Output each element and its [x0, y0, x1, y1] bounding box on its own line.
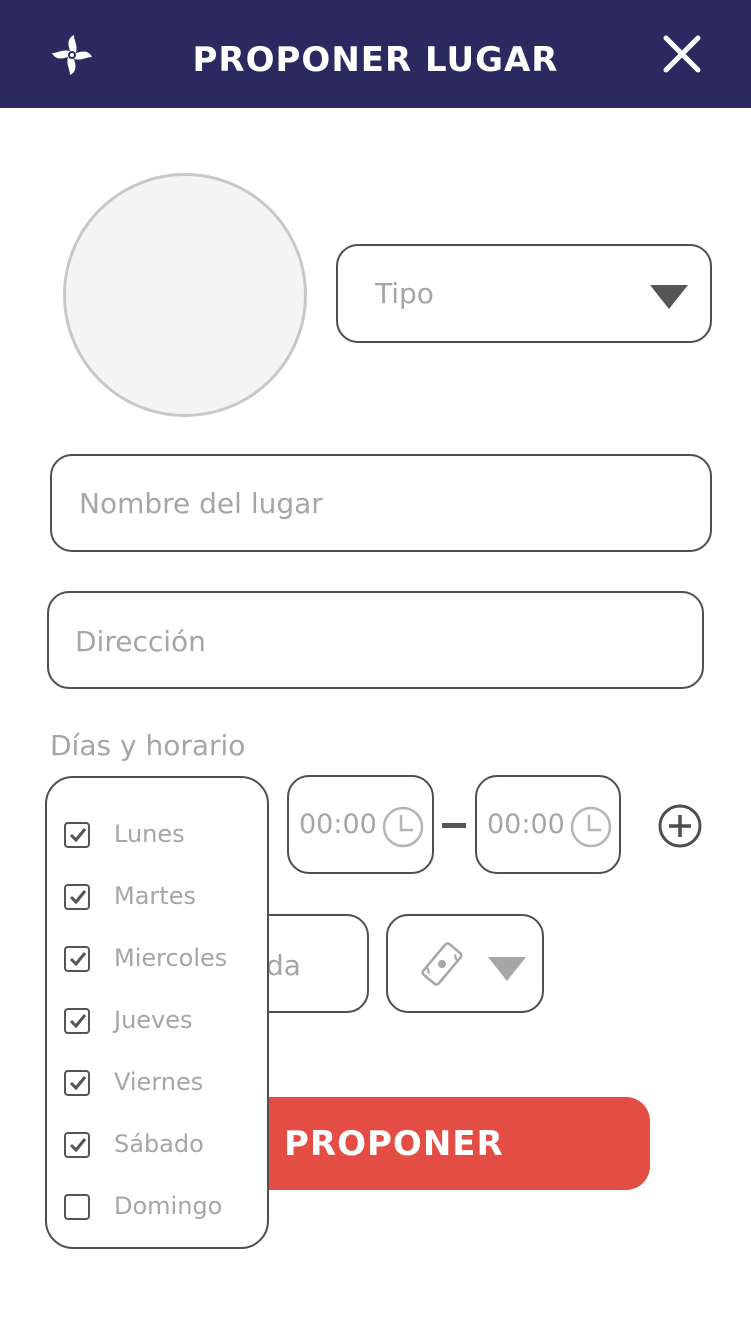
end-time-value: 00:00: [487, 809, 565, 840]
checkbox[interactable]: [64, 1194, 90, 1220]
moneda-select[interactable]: [386, 914, 544, 1013]
nombre-input[interactable]: Nombre del lugar: [50, 454, 712, 552]
day-option-miercoles[interactable]: Miercoles: [61, 939, 261, 979]
tipo-placeholder: Tipo: [375, 277, 434, 310]
photo-placeholder[interactable]: [63, 173, 307, 417]
end-time-input[interactable]: 00:00: [475, 775, 621, 874]
tipo-select[interactable]: Tipo: [336, 244, 712, 343]
day-option-sabado[interactable]: Sábado: [61, 1125, 261, 1165]
day-label: Lunes: [114, 820, 185, 848]
clock-icon: [382, 806, 424, 848]
day-label: Martes: [114, 882, 196, 910]
day-label: Viernes: [114, 1068, 204, 1096]
day-option-jueves[interactable]: Jueves: [61, 1001, 261, 1041]
plus-circle-icon[interactable]: [657, 803, 703, 849]
chevron-down-icon: [488, 957, 526, 981]
time-separator: [442, 823, 466, 828]
clock-icon: [570, 806, 612, 848]
checkbox[interactable]: [64, 822, 90, 848]
day-option-viernes[interactable]: Viernes: [61, 1063, 261, 1103]
day-label: Miercoles: [114, 944, 228, 972]
start-time-value: 00:00: [299, 809, 377, 840]
proponer-button-label: PROPONER: [284, 1124, 504, 1164]
schedule-label: Días y horario: [50, 729, 246, 762]
proponer-button[interactable]: PROPONER: [230, 1097, 650, 1190]
money-icon: [421, 942, 463, 986]
day-label: Domingo: [114, 1192, 223, 1220]
days-dropdown: Lunes Martes Miercoles Jueves Viernes Sá…: [45, 776, 269, 1249]
checkbox[interactable]: [64, 1132, 90, 1158]
checkbox[interactable]: [64, 884, 90, 910]
day-option-domingo[interactable]: Domingo: [61, 1187, 261, 1227]
chevron-down-icon: [650, 285, 688, 309]
start-time-input[interactable]: 00:00: [287, 775, 434, 874]
day-label: Jueves: [114, 1006, 193, 1034]
precio-placeholder: da: [266, 949, 301, 982]
day-option-martes[interactable]: Martes: [61, 877, 261, 917]
nombre-placeholder: Nombre del lugar: [79, 487, 323, 520]
app-header: PROPONER LUGAR: [0, 0, 751, 108]
direccion-placeholder: Dirección: [75, 625, 206, 658]
checkbox[interactable]: [64, 946, 90, 972]
checkbox[interactable]: [64, 1070, 90, 1096]
day-option-lunes[interactable]: Lunes: [61, 815, 261, 855]
day-label: Sábado: [114, 1130, 204, 1158]
checkbox[interactable]: [64, 1008, 90, 1034]
close-icon[interactable]: [660, 32, 704, 76]
direccion-input[interactable]: Dirección: [47, 591, 704, 689]
page-title: PROPONER LUGAR: [192, 40, 559, 80]
